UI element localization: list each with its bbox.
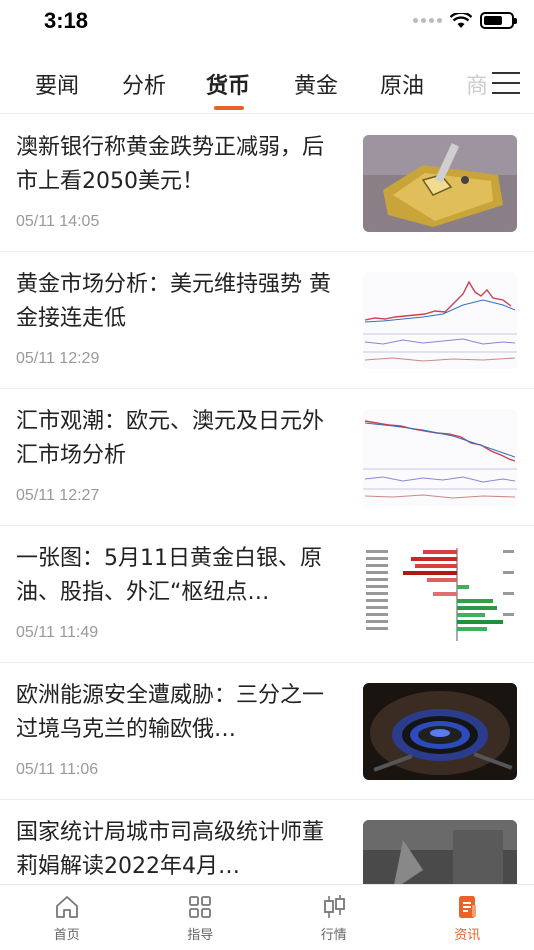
nav-market[interactable]: 行情: [267, 885, 401, 950]
news-time: 05/11 11:06: [16, 761, 99, 778]
news-thumbnail: [363, 683, 517, 780]
nav-label: 指导: [187, 928, 214, 943]
nav-guide[interactable]: 指导: [134, 885, 268, 950]
news-time: 05/11 12:29: [16, 350, 100, 367]
nav-label: 行情: [320, 928, 347, 943]
news-thumbnail: [363, 546, 517, 643]
list-item[interactable]: 黄金市场分析：美元维持强势 黄金接连走低 05/11 12:29: [0, 252, 534, 389]
news-thumbnail: [363, 272, 517, 369]
nav-news[interactable]: 资讯: [401, 885, 534, 950]
news-thumbnail: [363, 409, 517, 506]
status-indicators: [413, 12, 517, 29]
cellular-signal-icon: [413, 18, 442, 23]
tab-commodities[interactable]: 商: [466, 68, 486, 100]
news-title: 黄金市场分析：美元维持强势 黄金接连走低: [16, 272, 331, 331]
status-time: 3:18: [44, 8, 89, 33]
bottom-nav: 首页 指导 行情 资讯: [0, 884, 534, 950]
wifi-icon: [450, 12, 472, 28]
news-title: 欧洲能源安全遭威胁：三分之一过境乌克兰的输欧俄…: [16, 683, 325, 742]
list-item[interactable]: 一张图：5月11日黄金白银、原油、股指、外汇“枢纽点… 05/11 11:49: [0, 526, 534, 663]
news-title: 澳新银行称黄金跌势正减弱，后市上看2050美元！: [16, 135, 325, 194]
news-title: 一张图：5月11日黄金白银、原油、股指、外汇“枢纽点…: [16, 546, 322, 605]
news-list: 澳新银行称黄金跌势正减弱，后市上看2050美元！ 05/11 14:05 黄金市…: [0, 115, 534, 937]
nav-label: 资讯: [454, 928, 481, 943]
news-title: 汇市观潮：欧元、澳元及日元外汇市场分析: [16, 409, 325, 468]
news-icon: [459, 896, 477, 918]
news-time: 05/11 14:05: [16, 213, 100, 230]
battery-icon: [480, 12, 517, 29]
active-tab-indicator: [214, 106, 244, 110]
candlestick-icon: [323, 895, 345, 918]
news-time: 05/11 12:27: [16, 487, 100, 504]
list-item[interactable]: 澳新银行称黄金跌势正减弱，后市上看2050美元！ 05/11 14:05: [0, 115, 534, 252]
news-time: 05/11 11:49: [16, 624, 99, 641]
nav-label: 首页: [53, 928, 80, 943]
nav-home[interactable]: 首页: [0, 885, 134, 950]
tab-gold[interactable]: 黄金: [294, 68, 338, 100]
news-title: 国家统计局城市司高级统计师董莉娟解读2022年4月…: [16, 820, 325, 879]
tab-analysis[interactable]: 分析: [122, 68, 166, 100]
home-icon: [55, 896, 78, 918]
status-bar: 3:18: [0, 0, 534, 44]
grid-icon: [189, 896, 212, 918]
tab-headlines[interactable]: 要闻: [35, 68, 79, 100]
tab-crude-oil[interactable]: 原油: [380, 68, 424, 100]
list-item[interactable]: 汇市观潮：欧元、澳元及日元外汇市场分析 05/11 12:27: [0, 389, 534, 526]
category-tabs: 要闻 分析 货币 黄金 原油 商: [0, 56, 534, 114]
news-thumbnail: [363, 135, 517, 232]
list-item[interactable]: 欧洲能源安全遭威胁：三分之一过境乌克兰的输欧俄… 05/11 11:06: [0, 663, 534, 800]
tab-currency[interactable]: 货币: [206, 68, 250, 100]
menu-icon[interactable]: [492, 72, 520, 96]
